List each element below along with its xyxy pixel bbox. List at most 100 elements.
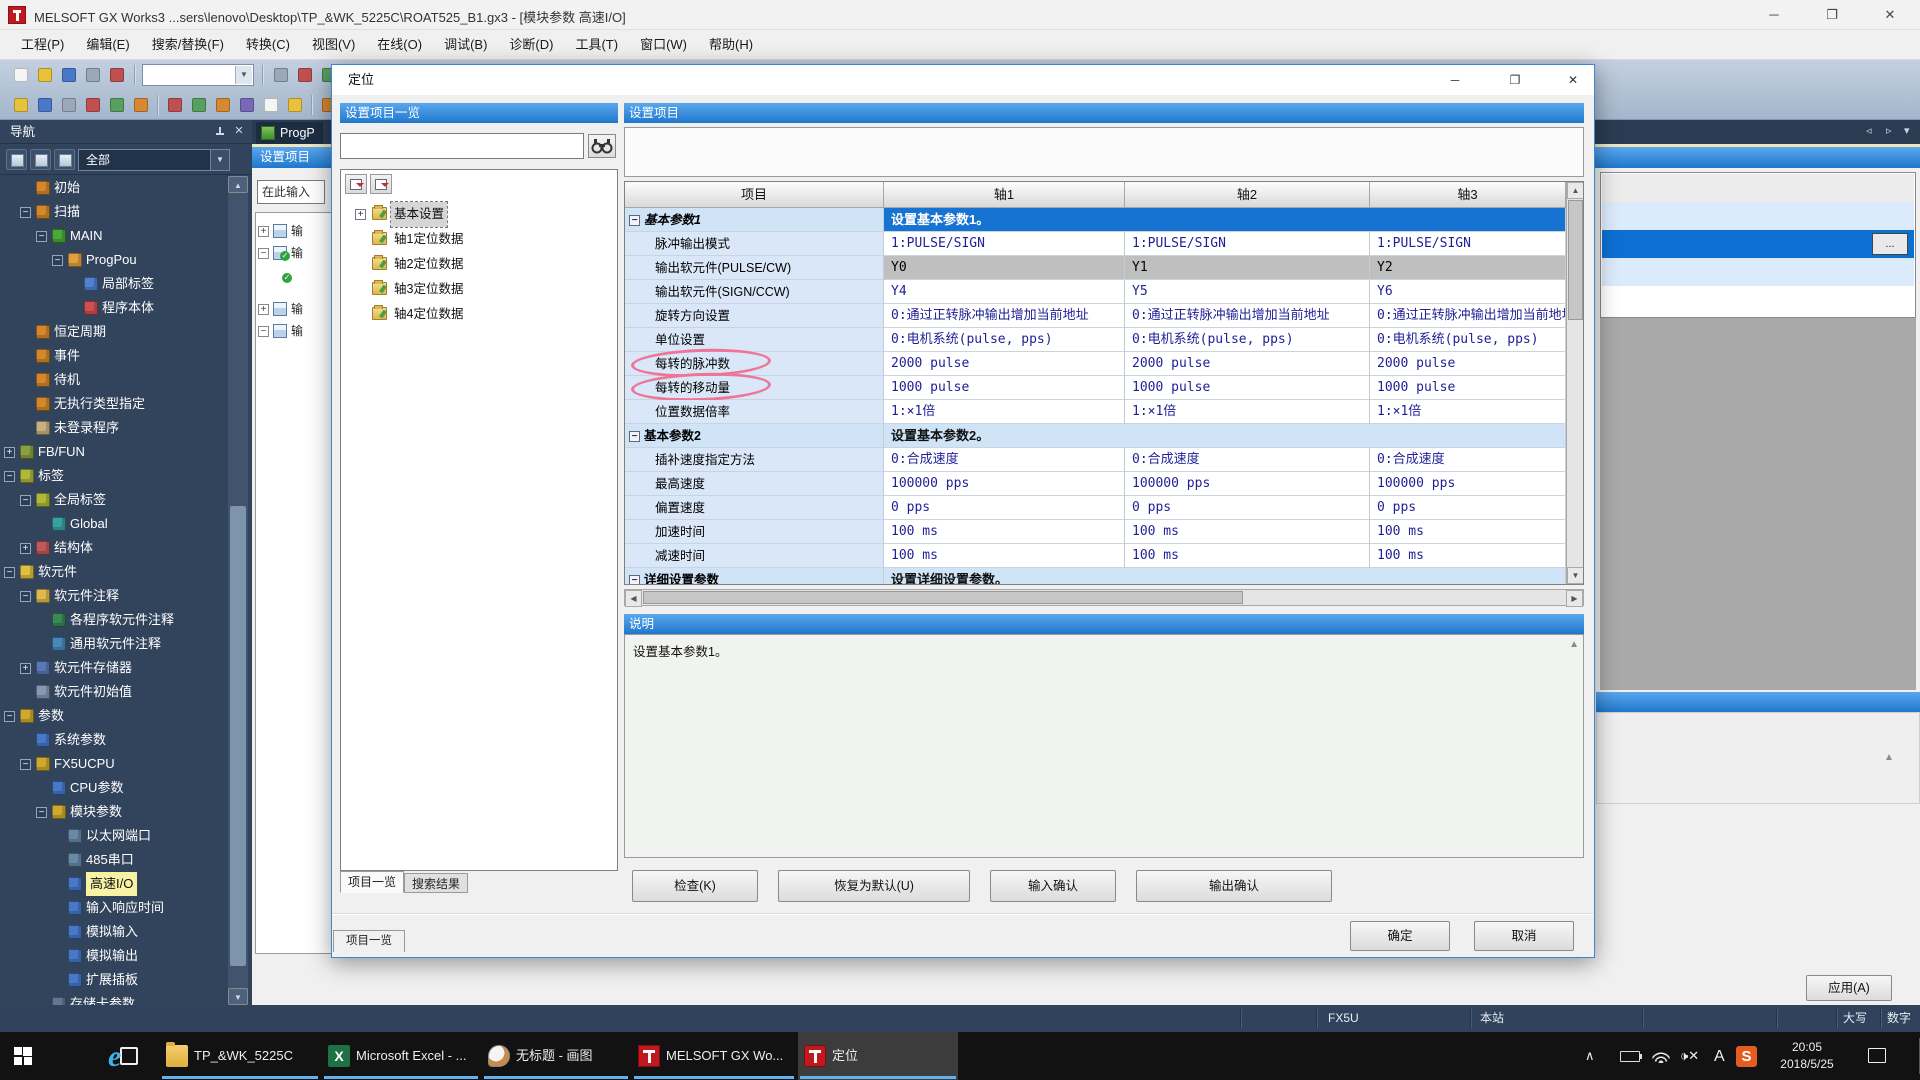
sidebar-item-MAIN[interactable]: −MAIN — [0, 224, 228, 248]
start-button[interactable] — [0, 1032, 48, 1080]
check-button[interactable]: 检查(K) — [632, 870, 758, 902]
value-cell-axis3[interactable]: 0:电机系统(pulse, pps) — [1370, 328, 1566, 352]
value-cell-axis1[interactable]: Y0 — [884, 256, 1125, 280]
expand-icon[interactable]: + — [355, 209, 366, 220]
param-name-cell[interactable]: 脉冲输出模式 — [625, 232, 884, 256]
bg-tree-item[interactable]: −✓输 — [258, 243, 331, 263]
sidebar-item-扫描[interactable]: −扫描 — [0, 200, 228, 224]
collapse-icon[interactable]: − — [36, 807, 47, 818]
collapse-icon[interactable]: − — [4, 711, 15, 722]
value-cell-axis2[interactable]: 0 pps — [1125, 496, 1370, 520]
toolbar-button[interactable] — [130, 94, 152, 116]
bg-search-input[interactable]: 在此输入 — [257, 180, 325, 204]
toolbar-button[interactable] — [34, 94, 56, 116]
sidebar-item-事件[interactable]: 事件 — [0, 344, 228, 368]
sidebar-item-软元件注释[interactable]: −软元件注释 — [0, 584, 228, 608]
value-cell-axis2[interactable]: 100 ms — [1125, 520, 1370, 544]
toolbar-button[interactable] — [106, 64, 128, 86]
sidebar-item-各程序软元件注释[interactable]: 各程序软元件注释 — [0, 608, 228, 632]
sidebar-item-标签[interactable]: −标签 — [0, 464, 228, 488]
sidebar-item-局部标签[interactable]: 局部标签 — [0, 272, 228, 296]
value-cell-axis2[interactable]: 2000 pulse — [1125, 352, 1370, 376]
collapse-icon[interactable]: − — [4, 567, 15, 578]
toolbar-button[interactable] — [212, 94, 234, 116]
collapse-icon[interactable]: − — [20, 591, 31, 602]
scroll-up-icon[interactable]: ▲ — [1567, 182, 1584, 199]
maximize-button[interactable]: ❐ — [1803, 0, 1861, 29]
column-header-轴1[interactable]: 轴1 — [884, 182, 1125, 208]
sidebar-item-输入响应时间[interactable]: 输入响应时间 — [0, 896, 228, 920]
sidebar-item-FX5UCPU[interactable]: −FX5UCPU — [0, 752, 228, 776]
menu-item[interactable]: 工具(T) — [564, 30, 629, 59]
sidebar-item-程序本体[interactable]: 程序本体 — [0, 296, 228, 320]
param-name-cell[interactable]: −基本参数1 — [625, 208, 884, 232]
battery-icon[interactable] — [1620, 1051, 1640, 1062]
sidebar-item-恒定周期[interactable]: 恒定周期 — [0, 320, 228, 344]
horizontal-scrollbar[interactable]: ◀ ▶ — [624, 589, 1584, 606]
output-confirm-button[interactable]: 输出确认 — [1136, 870, 1332, 902]
dialog-close-button[interactable]: ✕ — [1550, 67, 1596, 93]
collapse-tree-icon[interactable] — [6, 149, 27, 170]
chevron-down-icon[interactable]: ▼ — [210, 150, 229, 170]
group-desc-cell[interactable]: 设置基本参数1。 — [884, 208, 1566, 232]
apply-button[interactable]: 应用(A) — [1806, 975, 1892, 1001]
navigation-scrollbar[interactable]: ▲ ▼ — [228, 176, 248, 1005]
minimize-button[interactable]: ─ — [1745, 0, 1803, 29]
sidebar-item-无执行类型指定[interactable]: 无执行类型指定 — [0, 392, 228, 416]
expand-icon[interactable]: + — [20, 663, 31, 674]
sidebar-item-Global[interactable]: Global — [0, 512, 228, 536]
tab-progpou[interactable]: ProgP — [256, 122, 323, 144]
sidebar-item-未登录程序[interactable]: 未登录程序 — [0, 416, 228, 440]
search-binoculars-button[interactable] — [588, 134, 616, 158]
sidebar-item-485串口[interactable]: 485串口 — [0, 848, 228, 872]
bg-tree-item[interactable]: −输 — [258, 321, 331, 341]
menu-item[interactable]: 工程(P) — [10, 30, 75, 59]
sidebar-item-模块参数[interactable]: −模块参数 — [0, 800, 228, 824]
tab-list-icon[interactable]: ▾ — [1904, 124, 1910, 137]
expand-icon[interactable]: + — [258, 226, 269, 237]
collapse-icon[interactable]: − — [629, 431, 640, 442]
bg-tree-item[interactable]: ✓ — [258, 265, 331, 285]
menu-item[interactable]: 调试(B) — [433, 30, 498, 59]
taskbar-app-定位[interactable]: 定位 — [798, 1032, 958, 1080]
ime-indicator[interactable]: A — [1714, 1048, 1725, 1066]
dialog-titlebar[interactable]: 定位 ─ ❐ ✕ — [332, 65, 1594, 95]
sidebar-item-高速I/O[interactable]: 高速I/O — [0, 872, 228, 896]
dialog-tree-item-轴3定位数据[interactable]: 轴3定位数据 — [341, 277, 617, 302]
sidebar-item-软元件初始值[interactable]: 软元件初始值 — [0, 680, 228, 704]
dialog-tree-item-轴4定位数据[interactable]: 轴4定位数据 — [341, 302, 617, 327]
param-name-cell[interactable]: 输出软元件(PULSE/CW) — [625, 256, 884, 280]
value-cell-axis1[interactable]: 1:PULSE/SIGN — [884, 232, 1125, 256]
value-cell-axis3[interactable]: 100 ms — [1370, 520, 1566, 544]
column-header-轴3[interactable]: 轴3 — [1370, 182, 1566, 208]
param-name-cell[interactable]: 偏置速度 — [625, 496, 884, 520]
value-cell-axis3[interactable]: 100 ms — [1370, 544, 1566, 568]
restore-default-button[interactable]: 恢复为默认(U) — [778, 870, 970, 902]
value-cell-axis2[interactable]: 100000 pps — [1125, 472, 1370, 496]
toolbar-button[interactable] — [82, 64, 104, 86]
bg-tree-item[interactable]: +输 — [258, 299, 331, 319]
scroll-right-icon[interactable]: ▶ — [1566, 590, 1583, 607]
taskbar-app-无标题 - 画图[interactable]: 无标题 - 画图 — [482, 1032, 630, 1080]
ok-button[interactable]: 确定 — [1350, 921, 1450, 951]
sidebar-item-系统参数[interactable]: 系统参数 — [0, 728, 228, 752]
chevron-down-icon[interactable]: ▼ — [235, 66, 252, 84]
toolbar-button[interactable] — [236, 94, 258, 116]
sidebar-item-软元件存储器[interactable]: +软元件存储器 — [0, 656, 228, 680]
desc-scroll-up-icon[interactable]: ▲ — [1569, 639, 1579, 650]
pin-icon[interactable] — [214, 126, 226, 138]
taskbar-app-TP_&WK_5225C[interactable]: TP_&WK_5225C — [160, 1032, 320, 1080]
sidebar-item-存储卡参数[interactable]: 存储卡参数 — [0, 992, 228, 1005]
value-cell-axis3[interactable]: Y2 — [1370, 256, 1566, 280]
menu-item[interactable]: 编辑(E) — [75, 30, 140, 59]
collapse-icon[interactable]: − — [629, 215, 640, 226]
toolbar-button[interactable] — [82, 94, 104, 116]
param-name-cell[interactable]: 输出软元件(SIGN/CCW) — [625, 280, 884, 304]
toolbar-combobox[interactable]: ▼ — [142, 64, 254, 86]
toolbar-button[interactable] — [58, 64, 80, 86]
value-cell-axis1[interactable]: 0:通过正转脉冲输出增加当前地址 — [884, 304, 1125, 328]
value-cell-axis3[interactable]: 1:×1倍 — [1370, 400, 1566, 424]
vscroll-thumb[interactable] — [1568, 200, 1583, 320]
edge-button[interactable]: e — [100, 1032, 144, 1080]
toolbar-button[interactable] — [270, 64, 292, 86]
